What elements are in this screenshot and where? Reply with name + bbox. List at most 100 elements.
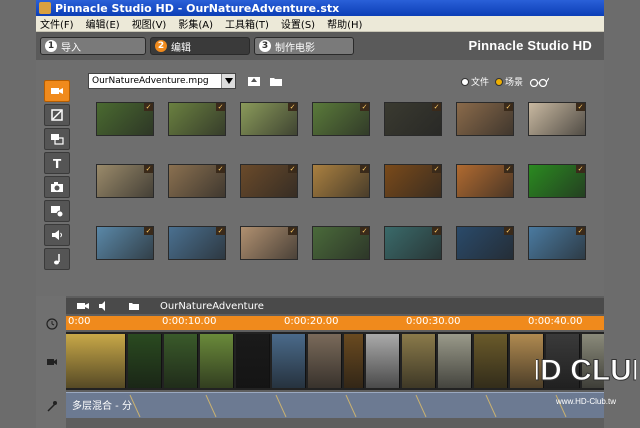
scene-thumbnail[interactable]: ✓	[384, 226, 442, 260]
scene-thumbnail[interactable]: ✓	[456, 226, 514, 260]
ruler-tick-label: 0:00:10.00	[162, 316, 217, 327]
menu-toolbox[interactable]: 工具箱(T)	[225, 16, 269, 31]
tab-edit[interactable]: 2 编辑	[150, 37, 250, 55]
scene-thumbnail-grid: ✓ ✓ ✓ ✓ ✓ ✓ ✓ ✓ ✓ ✓ ✓ ✓ ✓ ✓ ✓ ✓ ✓ ✓ ✓ ✓ ✓	[96, 102, 604, 272]
tab-label: 制作电影	[275, 42, 315, 54]
album-panel: T OurNatureAdventure.mpg 文件 场景 ✓ ✓ ✓ ✓ ✓…	[36, 60, 604, 296]
scene-thumbnail[interactable]: ✓	[528, 102, 586, 136]
scene-thumbnail[interactable]: ✓	[312, 226, 370, 260]
album-disc-menus-button[interactable]	[44, 200, 70, 222]
video-clip[interactable]	[474, 334, 508, 388]
speaker-icon[interactable]	[98, 300, 110, 312]
album-transitions-button[interactable]	[44, 104, 70, 126]
scene-thumbnail[interactable]: ✓	[456, 102, 514, 136]
tab-label: 导入	[61, 42, 81, 54]
scene-thumbnail[interactable]: ✓	[168, 164, 226, 198]
ruler-tick-label: 0:00:40.00	[528, 316, 583, 327]
radio-label: 场景	[505, 78, 524, 88]
scene-thumbnail[interactable]: ✓	[96, 164, 154, 198]
timeline-panel: OurNatureAdventure 0:00 0:00:10.00 0:00:20…	[36, 296, 604, 428]
video-clip[interactable]	[128, 334, 162, 388]
pin-icon[interactable]	[46, 400, 58, 412]
tab-import[interactable]: 1 导入	[40, 37, 146, 55]
used-check-icon: ✓	[216, 103, 225, 111]
video-clip[interactable]	[272, 334, 306, 388]
video-clip[interactable]	[344, 334, 364, 388]
speaker-icon	[52, 230, 62, 240]
scene-thumbnail[interactable]: ✓	[96, 102, 154, 136]
glasses-icon[interactable]	[529, 77, 550, 87]
scene-thumbnail[interactable]: ✓	[456, 164, 514, 198]
video-clip[interactable]	[438, 334, 472, 388]
source-file-name: OurNatureAdventure.mpg	[92, 76, 209, 86]
video-clip[interactable]	[308, 334, 342, 388]
title-text-icon: T	[53, 157, 62, 170]
album-sound-effects-button[interactable]	[44, 224, 70, 246]
video-clip[interactable]	[402, 334, 436, 388]
source-file-select[interactable]: OurNatureAdventure.mpg	[88, 73, 236, 89]
used-check-icon: ✓	[432, 227, 441, 235]
scene-thumbnail[interactable]: ✓	[240, 226, 298, 260]
view-files-radio[interactable]: 文件	[461, 75, 489, 88]
scene-thumbnail[interactable]: ✓	[528, 164, 586, 198]
tab-number: 2	[155, 40, 167, 52]
scene-thumbnail[interactable]: ✓	[384, 164, 442, 198]
scene-thumbnail[interactable]: ✓	[528, 226, 586, 260]
album-music-button[interactable]	[44, 248, 70, 270]
used-check-icon: ✓	[360, 227, 369, 235]
video-clip[interactable]	[366, 334, 400, 388]
used-check-icon: ✓	[144, 227, 153, 235]
scene-thumbnail[interactable]: ✓	[168, 102, 226, 136]
audio-transition-marker	[485, 394, 497, 418]
album-photos-button[interactable]	[44, 176, 70, 198]
audio-track[interactable]: 多层混合 - 分	[66, 392, 604, 418]
open-folder-button[interactable]	[268, 74, 284, 88]
view-scenes-radio[interactable]: 场景	[495, 75, 523, 88]
menu-edit[interactable]: 编辑(E)	[86, 16, 120, 31]
audio-transition-marker	[415, 394, 427, 418]
title-bar[interactable]: Pinnacle Studio HD - OurNatureAdventure.…	[36, 0, 604, 16]
scene-thumbnail[interactable]: ✓	[240, 102, 298, 136]
scene-thumbnail[interactable]: ✓	[384, 102, 442, 136]
tab-make-movie[interactable]: 3 制作电影	[254, 37, 354, 55]
video-clip[interactable]	[236, 334, 270, 388]
scene-thumbnail[interactable]: ✓	[312, 102, 370, 136]
scene-thumbnail[interactable]: ✓	[240, 164, 298, 198]
folder-icon[interactable]	[128, 301, 140, 311]
hd-club-watermark: HD CLUB www.HD-Club.tw	[518, 332, 640, 412]
ruler-tick-label: 0:00:30.00	[406, 316, 461, 327]
scene-thumbnail[interactable]: ✓	[168, 226, 226, 260]
pinnacle-studio-window: Pinnacle Studio HD - OurNatureAdventure.…	[0, 0, 640, 428]
video-track[interactable]	[66, 332, 604, 390]
ruler-tick-label: 0:00	[68, 316, 91, 327]
video-track-icon[interactable]	[46, 356, 58, 368]
used-check-icon: ✓	[432, 103, 441, 111]
video-clip[interactable]	[66, 334, 126, 388]
album-video-scenes-button[interactable]	[44, 80, 70, 102]
album-titles-button[interactable]: T	[44, 152, 70, 174]
menu-settings[interactable]: 设置(S)	[281, 16, 315, 31]
camera-icon	[51, 182, 63, 192]
clock-icon[interactable]	[46, 318, 58, 330]
used-check-icon: ✓	[576, 227, 585, 235]
video-clip[interactable]	[164, 334, 198, 388]
video-camera-icon[interactable]	[76, 300, 90, 312]
dropdown-arrow-icon[interactable]	[221, 74, 235, 88]
used-check-icon: ✓	[504, 103, 513, 111]
video-clip[interactable]	[200, 334, 234, 388]
hd-club-logo-icon: HD CLUB www.HD-Club.tw	[518, 354, 640, 407]
menu-view[interactable]: 视图(V)	[132, 16, 167, 31]
menu-help[interactable]: 帮助(H)	[327, 16, 362, 31]
used-check-icon: ✓	[144, 103, 153, 111]
scene-thumbnail[interactable]: ✓	[312, 164, 370, 198]
radio-label: 文件	[471, 78, 490, 88]
album-montage-button[interactable]	[44, 128, 70, 150]
timeline-ruler[interactable]: 0:00 0:00:10.00 0:00:20.00 0:00:30.00 0:00:4…	[66, 316, 604, 330]
app-icon	[39, 2, 51, 14]
audio-transition-marker	[345, 394, 357, 418]
up-folder-button[interactable]	[246, 74, 262, 88]
scene-thumbnail[interactable]: ✓	[96, 226, 154, 260]
menu-file[interactable]: 文件(F)	[40, 16, 74, 31]
menu-album[interactable]: 影集(A)	[178, 16, 213, 31]
used-check-icon: ✓	[288, 165, 297, 173]
